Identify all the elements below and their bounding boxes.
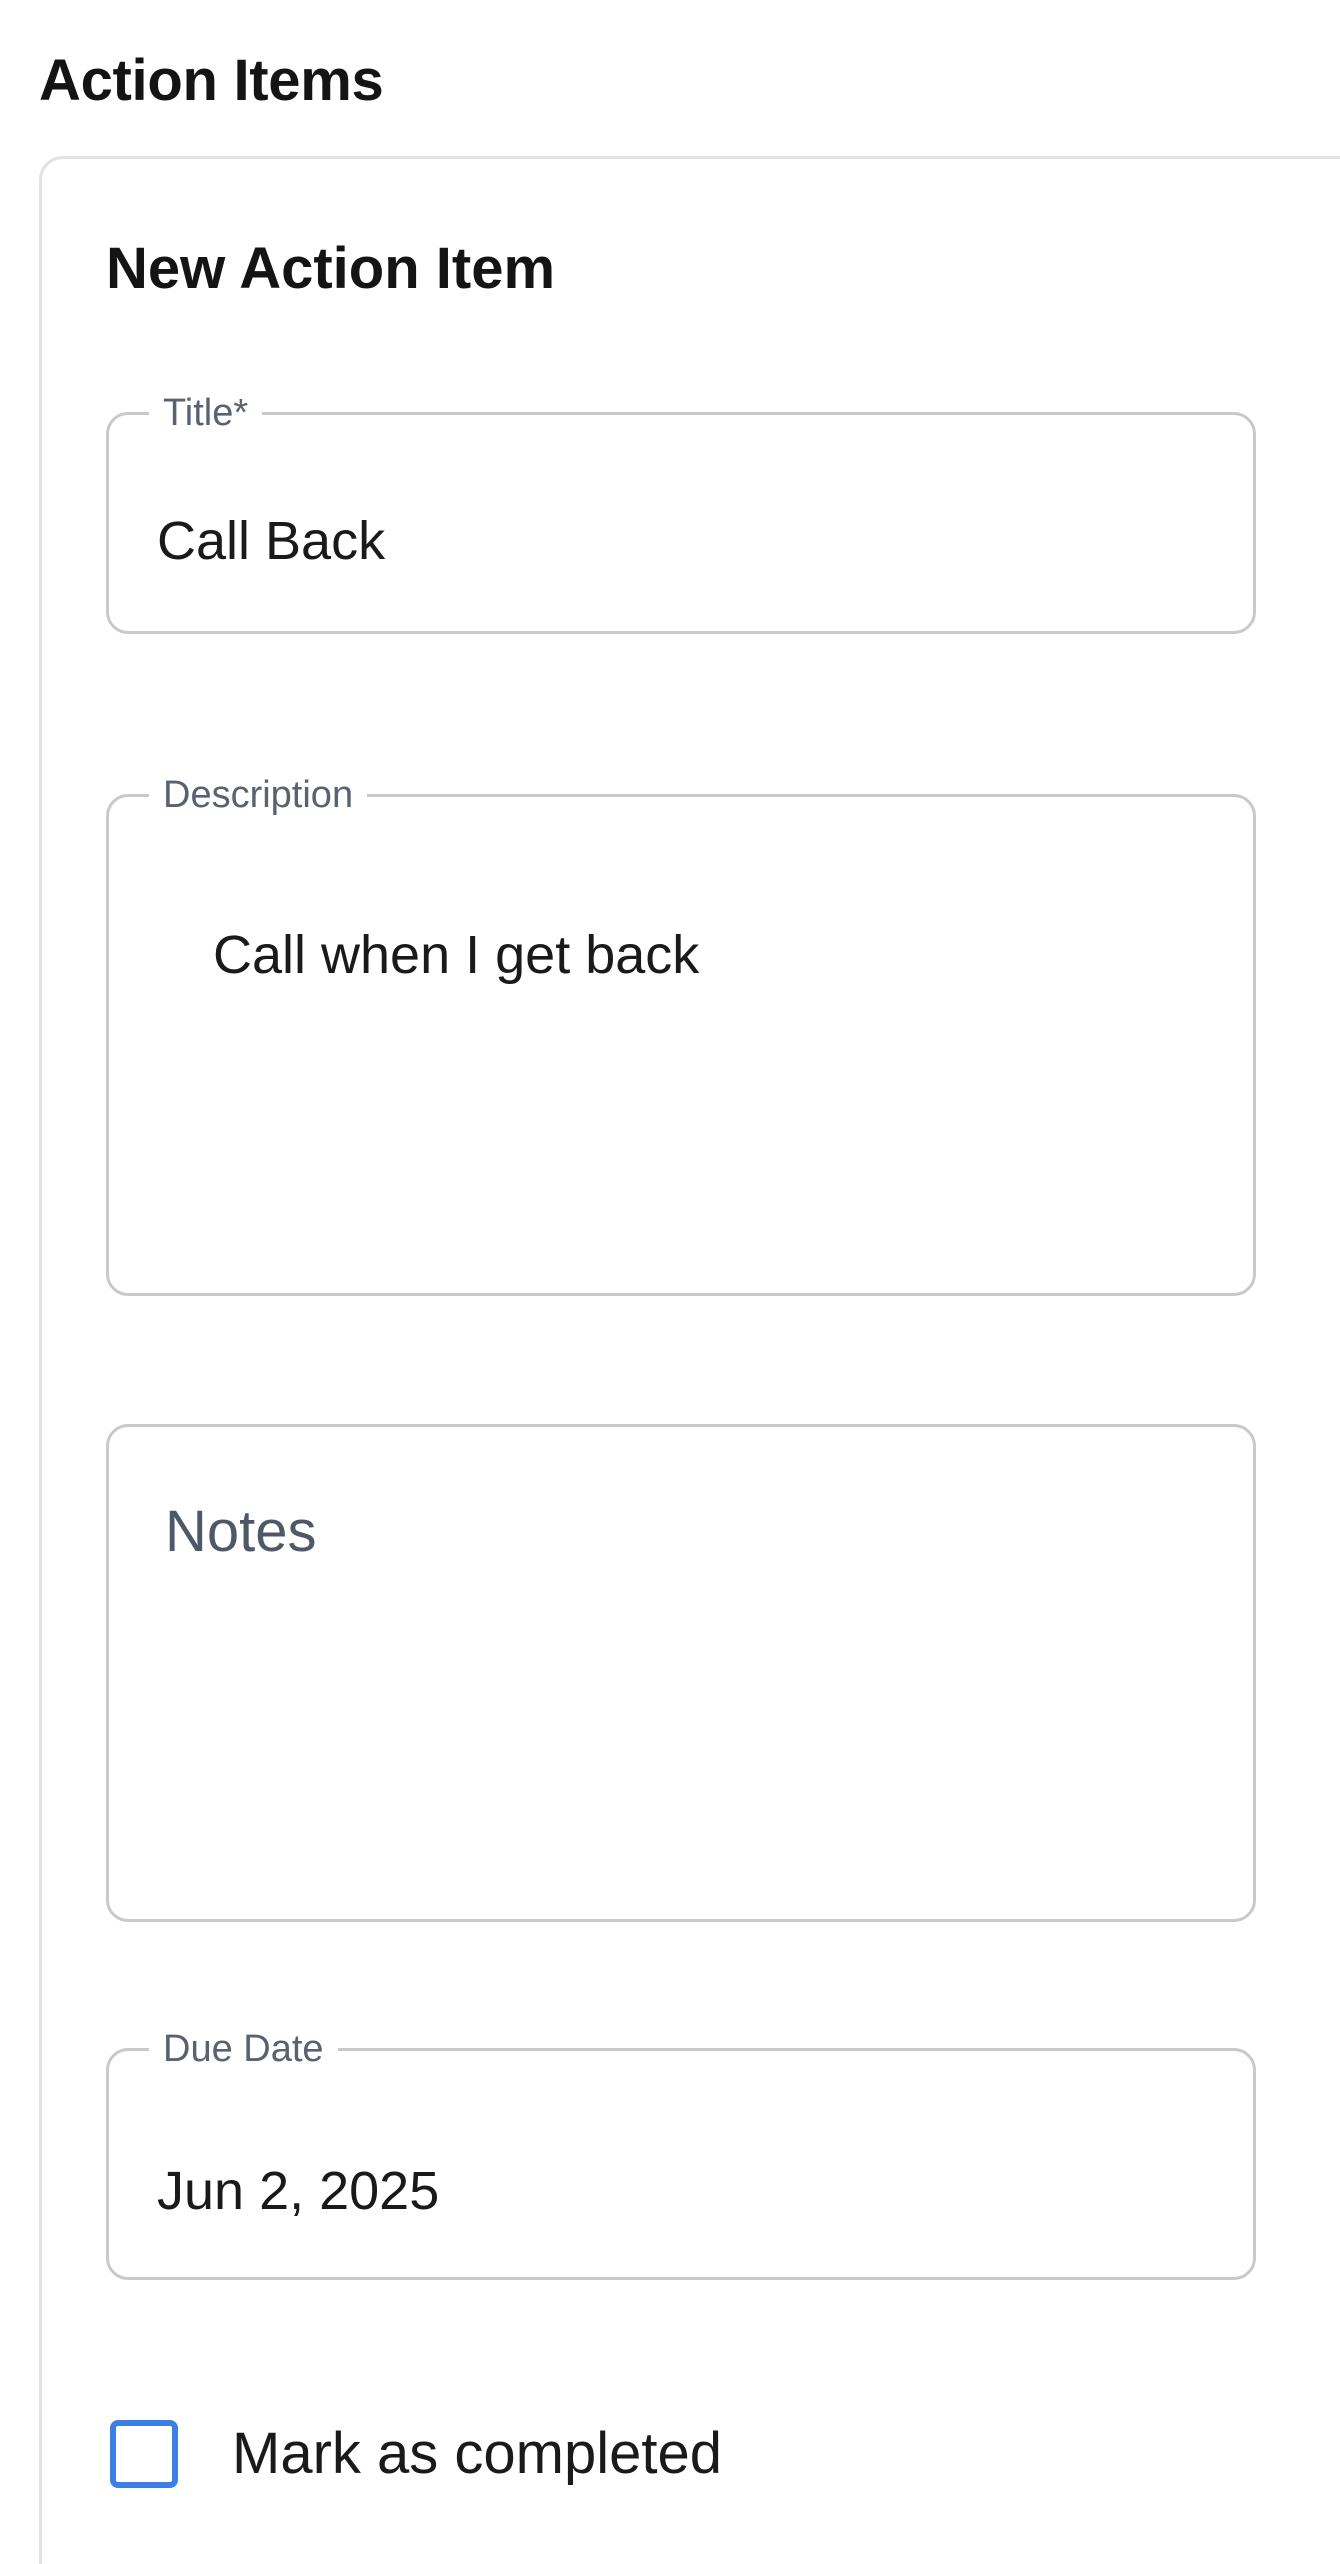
- notes-field[interactable]: Notes: [106, 1424, 1256, 1922]
- description-field[interactable]: Description Call when I get back: [106, 776, 1256, 1296]
- mark-completed-row[interactable]: Mark as completed: [110, 2420, 722, 2488]
- due-date-field[interactable]: Due Date Jun 2, 2025: [106, 2030, 1256, 2280]
- due-date-input-value[interactable]: Jun 2, 2025: [157, 2164, 439, 2218]
- title-field-label: Title*: [163, 392, 249, 434]
- title-input-value[interactable]: Call Back: [157, 514, 385, 568]
- section-title: Action Items: [39, 48, 384, 113]
- mark-completed-checkbox[interactable]: [110, 2420, 178, 2488]
- description-field-label: Description: [163, 774, 354, 816]
- action-items-page: Action Items New Action Item Title* Call…: [0, 0, 1340, 2564]
- description-input-value[interactable]: Call when I get back: [213, 928, 699, 982]
- due-date-field-label: Due Date: [163, 2028, 324, 2070]
- form-heading: New Action Item: [106, 236, 556, 301]
- mark-completed-label[interactable]: Mark as completed: [232, 2425, 722, 2483]
- title-field[interactable]: Title* Call Back: [106, 394, 1256, 634]
- notes-placeholder: Notes: [165, 1499, 317, 1564]
